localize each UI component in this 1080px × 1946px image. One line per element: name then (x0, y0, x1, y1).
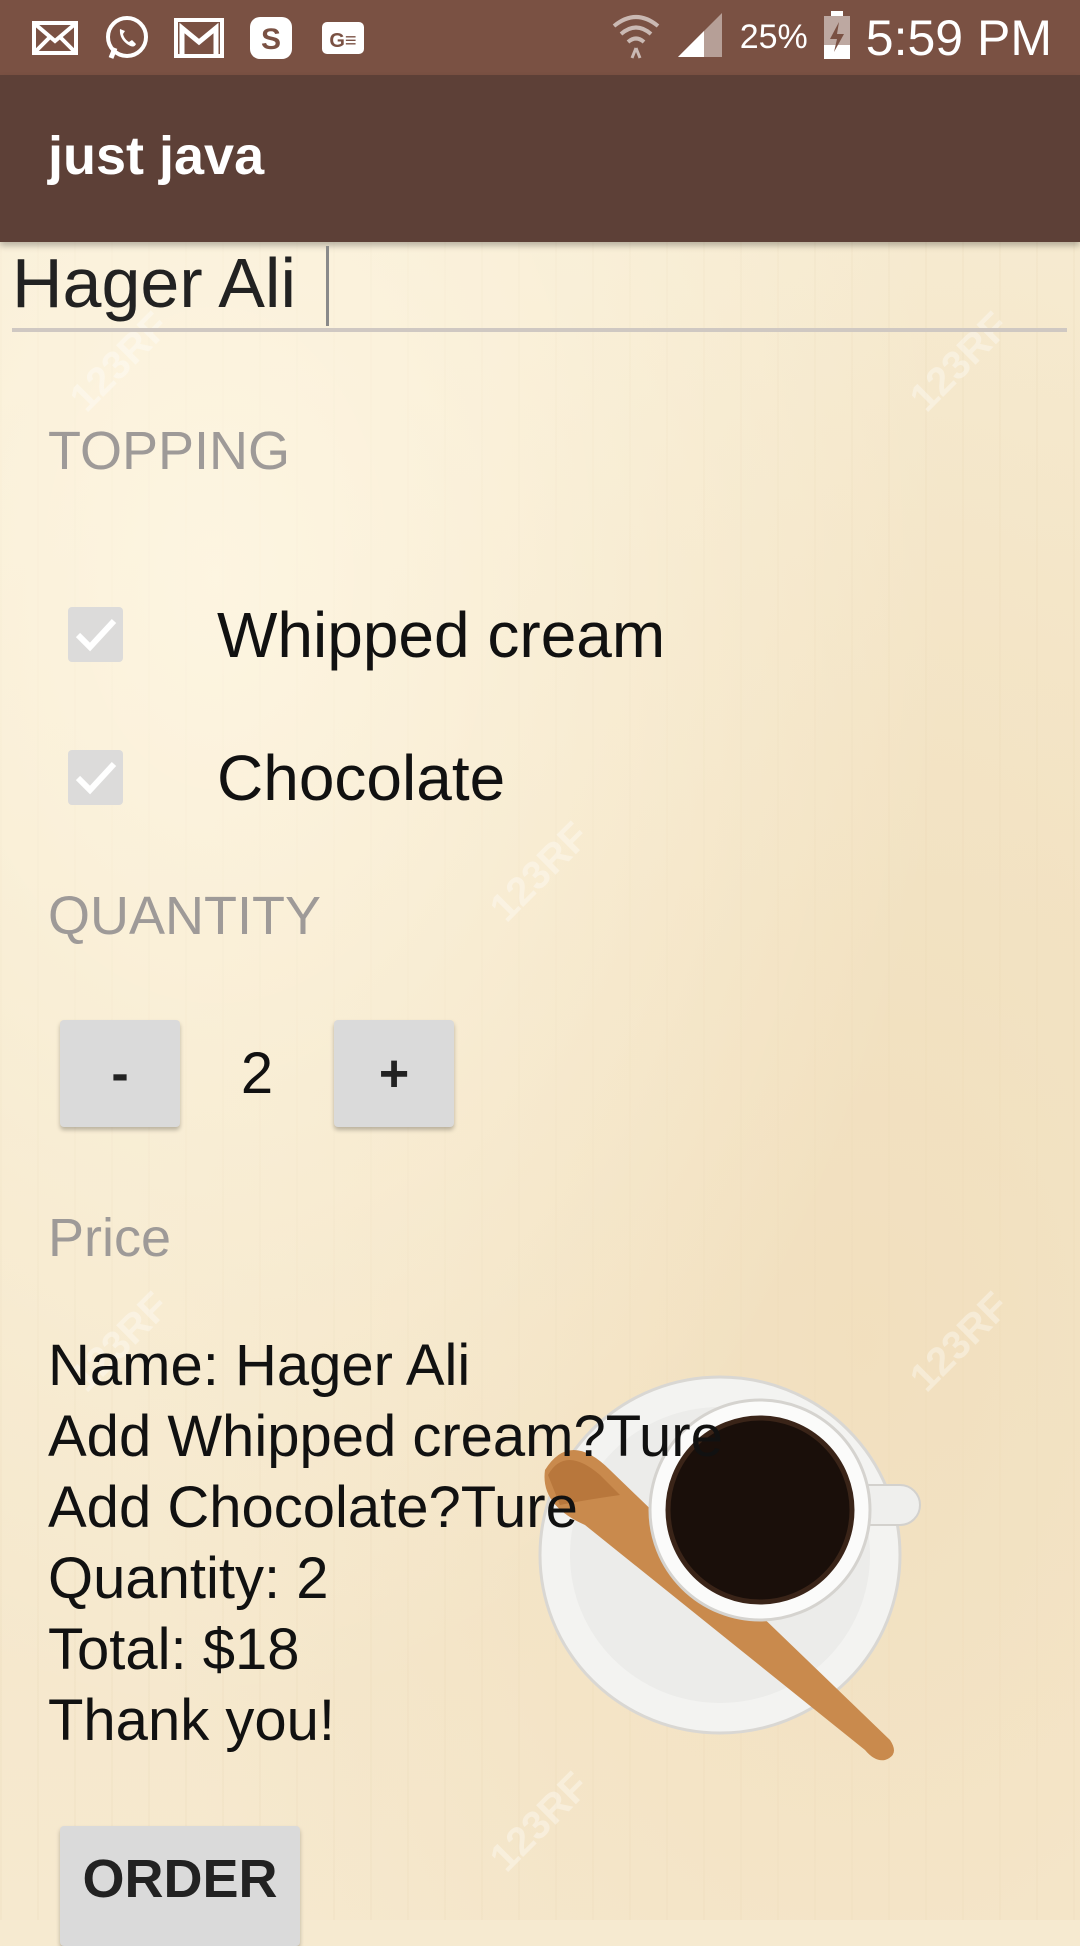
clock: 5:59 PM (865, 9, 1052, 66)
mail-icon (30, 13, 80, 63)
quantity-header: QUANTITY (48, 886, 322, 946)
status-bar: S G≡ 25% 5:59 PM (0, 0, 1080, 75)
skype-icon: S (246, 13, 296, 63)
app-title: just java (48, 126, 265, 186)
whipped-cream-label[interactable]: Whipped cream (217, 598, 665, 672)
text-cursor (326, 246, 329, 326)
wifi-icon (610, 10, 662, 65)
svg-text:G≡: G≡ (329, 30, 356, 52)
price-header: Price (48, 1208, 172, 1268)
quantity-value: 2 (240, 1041, 274, 1106)
app-bar: just java (0, 75, 1080, 242)
name-input[interactable] (12, 238, 1067, 332)
summary-quantity-line: Quantity: 2 (48, 1546, 329, 1611)
decrement-button[interactable]: - (60, 1020, 180, 1127)
summary-whipped-cream-line: Add Whipped cream?Ture (48, 1404, 723, 1469)
checkmark-icon (75, 618, 117, 652)
summary-thanks-line: Thank you! (48, 1688, 335, 1753)
gmail-icon (174, 13, 224, 63)
ge-icon: G≡ (318, 13, 368, 63)
checkmark-icon (75, 761, 117, 795)
battery-charging-icon (822, 10, 852, 65)
summary-total-line: Total: $18 (48, 1617, 300, 1682)
chocolate-label[interactable]: Chocolate (217, 741, 505, 815)
increment-button[interactable]: + (334, 1020, 454, 1127)
topping-header: TOPPING (48, 421, 291, 481)
battery-percent: 25% (739, 18, 808, 56)
svg-text:S: S (261, 23, 281, 56)
summary-name-line: Name: Hager Ali (48, 1333, 471, 1398)
chocolate-checkbox[interactable] (68, 750, 123, 805)
whatsapp-icon (102, 13, 152, 63)
summary-chocolate-line: Add Chocolate?Ture (48, 1475, 578, 1540)
signal-icon (676, 11, 726, 64)
order-button[interactable]: ORDER (60, 1826, 300, 1946)
whipped-cream-checkbox[interactable] (68, 607, 123, 662)
order-summary: Name: Hager Ali Add Whipped cream?Ture A… (48, 1330, 723, 1756)
